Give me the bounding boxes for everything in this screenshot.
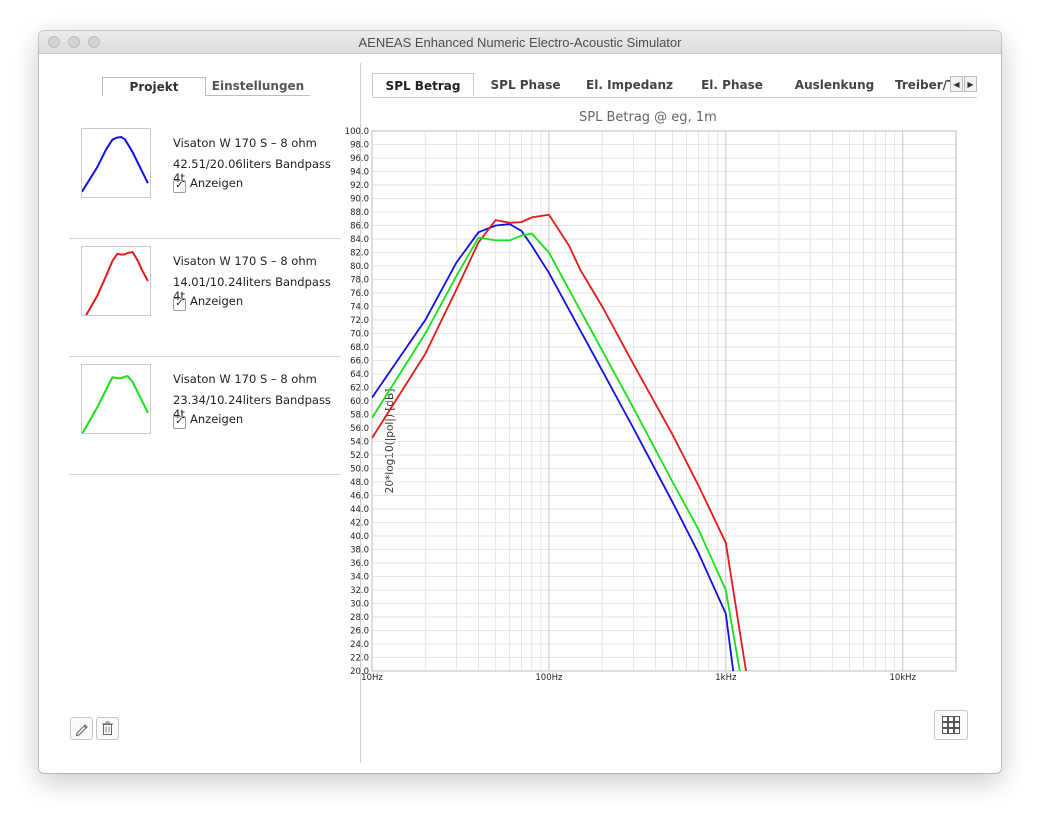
thumbnail-curve (81, 375, 149, 435)
x-tick-label: 100Hz (535, 673, 563, 683)
tab-auslenkung[interactable]: Auslenkung (782, 73, 887, 97)
x-tick-label: 10kHz (889, 673, 916, 683)
series-line-3 (372, 232, 741, 671)
show-label: Anzeigen (190, 176, 244, 190)
chart-tab-bar: SPL Betrag SPL Phase El. Impedanz El. Ph… (372, 73, 977, 98)
tab-el-phase[interactable]: El. Phase (682, 73, 782, 97)
response-thumbnail (81, 364, 151, 435)
edit-button[interactable] (70, 717, 93, 740)
trash-icon (102, 721, 113, 735)
project-item[interactable]: Visaton W 170 S – 8 ohm 42.51/20.06liter… (69, 120, 341, 239)
show-checkbox[interactable]: ✓ Anzeigen (173, 176, 243, 193)
tab-spl-betrag[interactable]: SPL Betrag (372, 73, 474, 97)
response-thumbnail (81, 246, 151, 323)
pane-divider[interactable] (360, 63, 361, 763)
tab-einstellungen[interactable]: Einstellungen (206, 77, 310, 96)
checkmark-icon: ✓ (173, 298, 186, 311)
tab-scroll-right-button[interactable]: ▶ (964, 76, 977, 92)
checkmark-icon: ✓ (173, 180, 186, 193)
pencil-icon (75, 724, 88, 737)
tab-scroll-left-button[interactable]: ◀ (950, 76, 963, 92)
show-checkbox[interactable]: ✓ Anzeigen (173, 412, 243, 429)
thumbnail-curve (81, 251, 149, 323)
y-tick-label: 100.0 (345, 127, 369, 137)
show-label: Anzeigen (190, 294, 244, 308)
x-tick-label: 1kHz (715, 673, 737, 683)
project-item[interactable]: Visaton W 170 S – 8 ohm 23.34/10.24liter… (69, 356, 341, 475)
show-label: Anzeigen (190, 412, 244, 426)
grid-icon (942, 716, 960, 734)
project-name: Visaton W 170 S – 8 ohm (173, 136, 317, 150)
plot-frame (371, 130, 957, 672)
tab-spl-phase[interactable]: SPL Phase (474, 73, 577, 97)
tab-treiber[interactable]: Treiber/T (887, 73, 951, 97)
thumbnail-curve (81, 136, 149, 193)
checkmark-icon: ✓ (173, 416, 186, 429)
x-tick-label: 10Hz (361, 673, 383, 683)
project-item[interactable]: Visaton W 170 S – 8 ohm 14.01/10.24liter… (69, 238, 341, 357)
window-title: AENEAS Enhanced Numeric Electro-Acoustic… (358, 35, 682, 50)
app-window: AENEAS Enhanced Numeric Electro-Acoustic… (39, 31, 1001, 773)
delete-button[interactable] (96, 717, 119, 740)
tab-el-impedanz[interactable]: El. Impedanz (577, 73, 682, 97)
chart-title: SPL Betrag @ eg, 1m (579, 110, 717, 125)
project-name: Visaton W 170 S – 8 ohm (173, 254, 317, 268)
tab-projekt[interactable]: Projekt (102, 77, 206, 96)
show-checkbox[interactable]: ✓ Anzeigen (173, 294, 243, 311)
project-name: Visaton W 170 S – 8 ohm (173, 372, 317, 386)
title-bar: AENEAS Enhanced Numeric Electro-Acoustic… (39, 31, 1001, 54)
layout-grid-button[interactable] (934, 710, 968, 740)
series-line-1 (372, 223, 735, 671)
series-line-2 (372, 213, 747, 671)
y-axis-label: 20*log10(|pol|) [dB] (384, 388, 396, 494)
response-thumbnail (81, 128, 151, 198)
